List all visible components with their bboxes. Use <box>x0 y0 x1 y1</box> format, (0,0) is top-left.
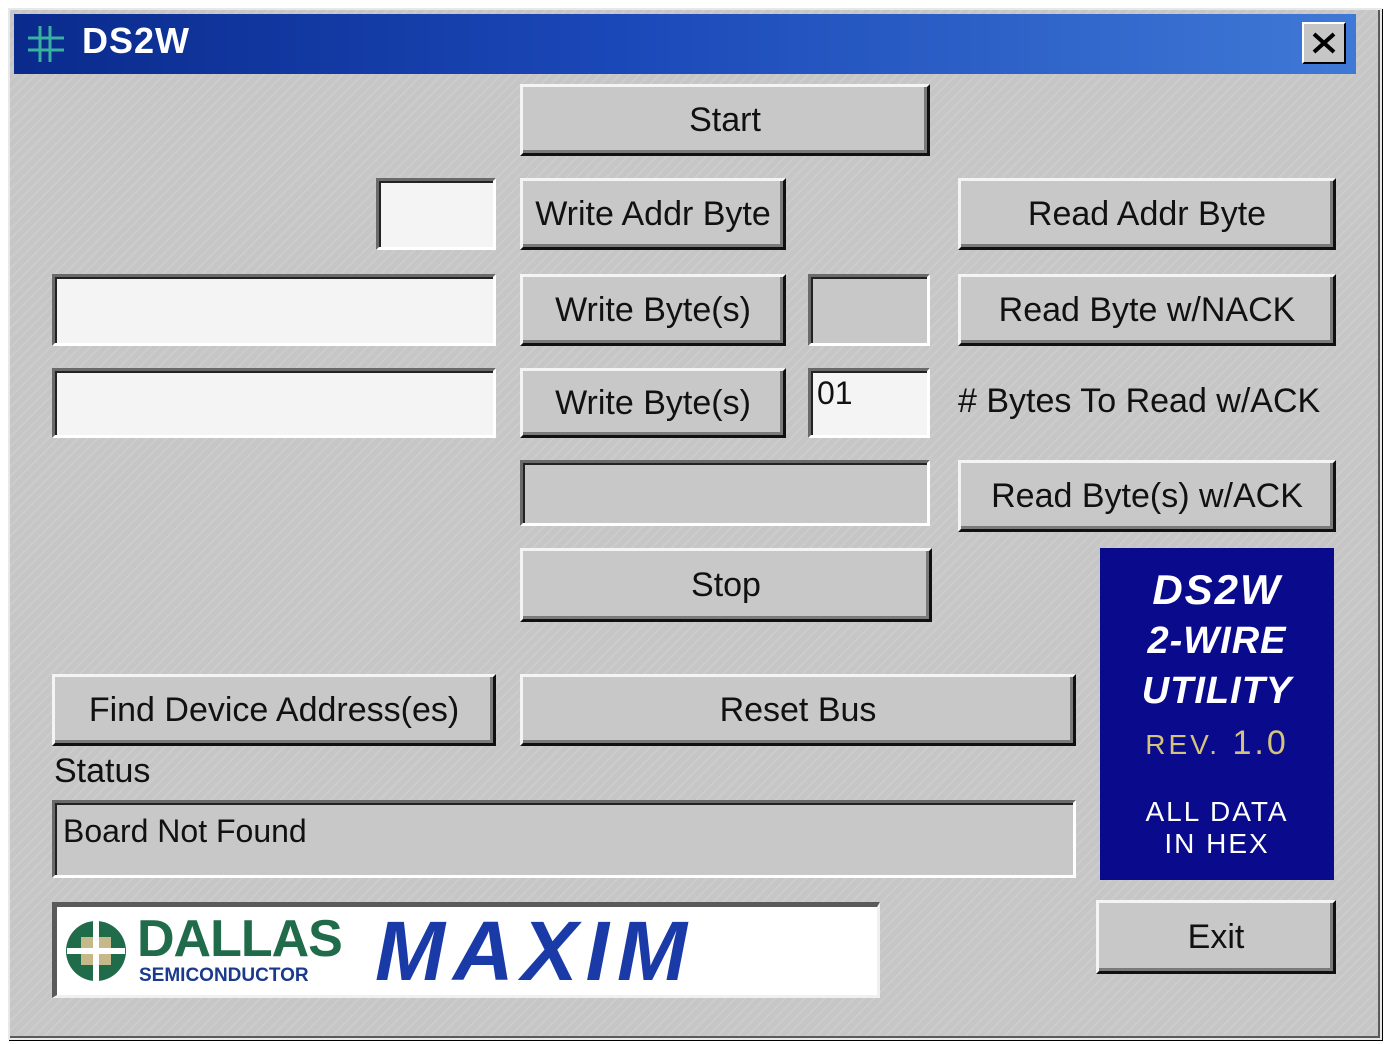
dallas-chip-icon <box>66 919 126 983</box>
close-button[interactable] <box>1302 22 1346 64</box>
info-note-line-2: IN HEX <box>1164 828 1270 859</box>
read-addr-byte-button[interactable]: Read Addr Byte <box>958 178 1336 250</box>
write-data-input-2[interactable] <box>52 368 496 438</box>
address-input[interactable] <box>376 178 496 250</box>
read-nack-result-field <box>808 274 930 346</box>
find-device-address-button[interactable]: Find Device Address(es) <box>52 674 496 746</box>
bytes-to-read-label: # Bytes To Read w/ACK <box>958 382 1321 420</box>
info-title-line: DS2W <box>1152 566 1282 613</box>
exit-button[interactable]: Exit <box>1096 900 1336 974</box>
status-field: Board Not Found <box>52 800 1076 878</box>
stop-button[interactable]: Stop <box>520 548 932 622</box>
start-button[interactable]: Start <box>520 84 930 156</box>
read-byte-nack-button[interactable]: Read Byte w/NACK <box>958 274 1336 346</box>
semiconductor-wordmark: SEMICONDUCTOR <box>139 965 309 986</box>
read-bytes-ack-button[interactable]: Read Byte(s) w/ACK <box>958 460 1336 532</box>
maxim-wordmark: MAXIM <box>375 904 695 998</box>
info-panel: DS2W 2-WIRE UTILITY REV. 1.0 ALL DATA IN… <box>1100 548 1334 880</box>
write-addr-byte-button[interactable]: Write Addr Byte <box>520 178 786 250</box>
title-bar[interactable]: DS2W <box>14 14 1356 74</box>
info-utility-line: UTILITY <box>1141 670 1293 712</box>
write-bytes-button-2[interactable]: Write Byte(s) <box>520 368 786 438</box>
ds2w-app-icon <box>28 26 64 62</box>
info-subtitle-line: 2-WIRE <box>1147 620 1287 662</box>
company-logo: DALLAS SEMICONDUCTOR MAXIM <box>52 902 880 998</box>
write-bytes-button-1[interactable]: Write Byte(s) <box>520 274 786 346</box>
dallas-wordmark: DALLAS <box>137 910 343 968</box>
window-title: DS2W <box>82 20 191 61</box>
bytes-to-read-input[interactable]: 01 <box>808 368 930 438</box>
info-note-line-1: ALL DATA <box>1145 796 1289 827</box>
revision-value: 1.0 <box>1232 724 1289 762</box>
revision-label: REV. <box>1145 729 1221 760</box>
write-data-input-1[interactable] <box>52 274 496 346</box>
read-ack-result-field <box>520 460 930 526</box>
reset-bus-button[interactable]: Reset Bus <box>520 674 1076 746</box>
status-label: Status <box>54 752 151 790</box>
info-revision: REV. 1.0 <box>1100 724 1334 763</box>
close-icon <box>1312 32 1336 54</box>
